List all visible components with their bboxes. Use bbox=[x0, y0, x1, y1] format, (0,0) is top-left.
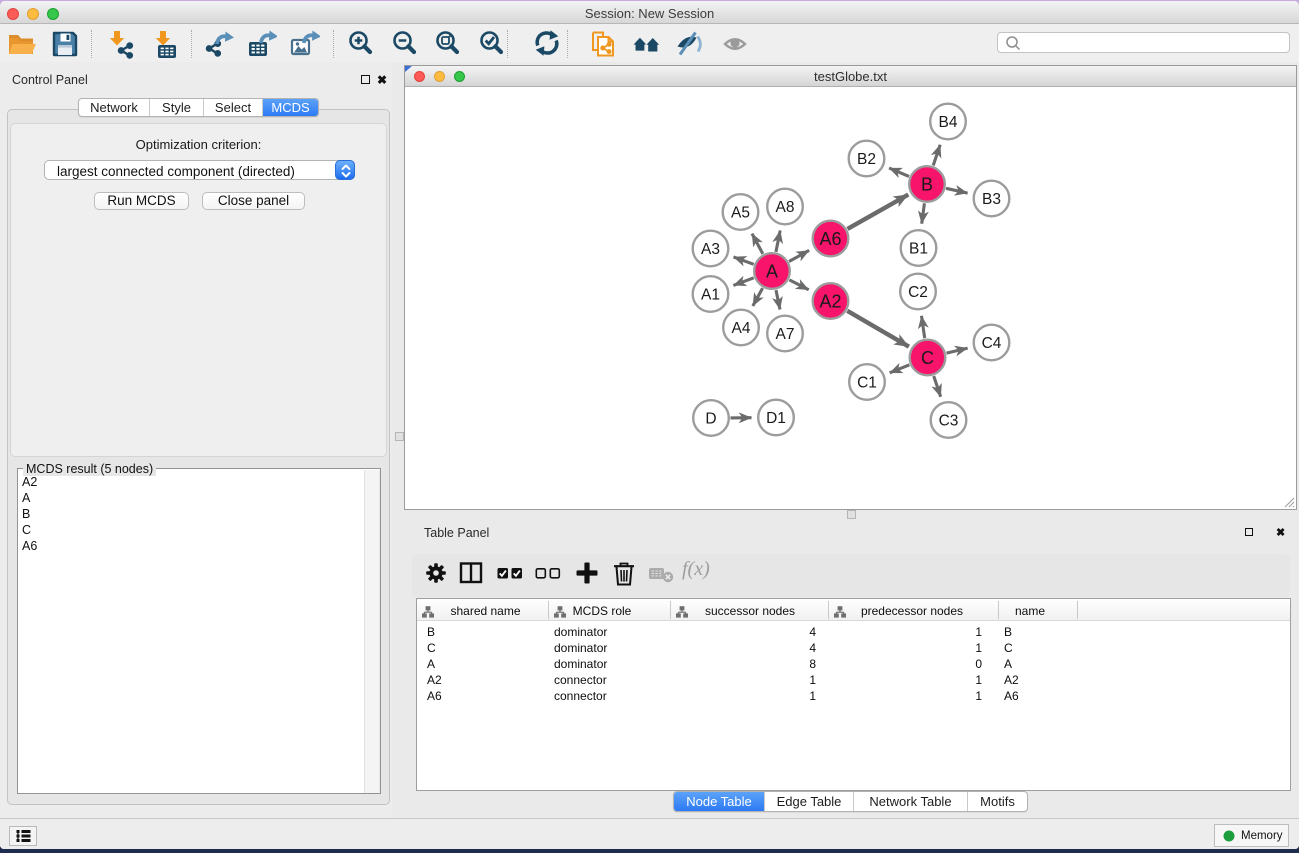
svg-text:A3: A3 bbox=[701, 241, 720, 258]
svg-text:D: D bbox=[705, 410, 716, 427]
svg-text:A6: A6 bbox=[819, 229, 841, 249]
svg-text:B4: B4 bbox=[939, 114, 958, 131]
svg-text:B2: B2 bbox=[857, 151, 876, 168]
svg-text:B: B bbox=[921, 174, 933, 194]
svg-text:A4: A4 bbox=[732, 320, 751, 337]
svg-text:B3: B3 bbox=[982, 191, 1001, 208]
svg-text:C: C bbox=[921, 348, 934, 368]
svg-text:D1: D1 bbox=[766, 410, 786, 427]
svg-text:A2: A2 bbox=[819, 291, 841, 311]
svg-text:B1: B1 bbox=[909, 240, 928, 257]
svg-text:A8: A8 bbox=[776, 199, 795, 216]
svg-text:A5: A5 bbox=[731, 204, 750, 221]
svg-text:A1: A1 bbox=[701, 286, 720, 303]
svg-text:C2: C2 bbox=[908, 284, 928, 301]
svg-text:A7: A7 bbox=[776, 326, 795, 343]
svg-text:C3: C3 bbox=[939, 412, 959, 429]
svg-text:A: A bbox=[766, 261, 778, 281]
svg-text:C1: C1 bbox=[857, 374, 877, 391]
svg-text:C4: C4 bbox=[982, 335, 1002, 352]
